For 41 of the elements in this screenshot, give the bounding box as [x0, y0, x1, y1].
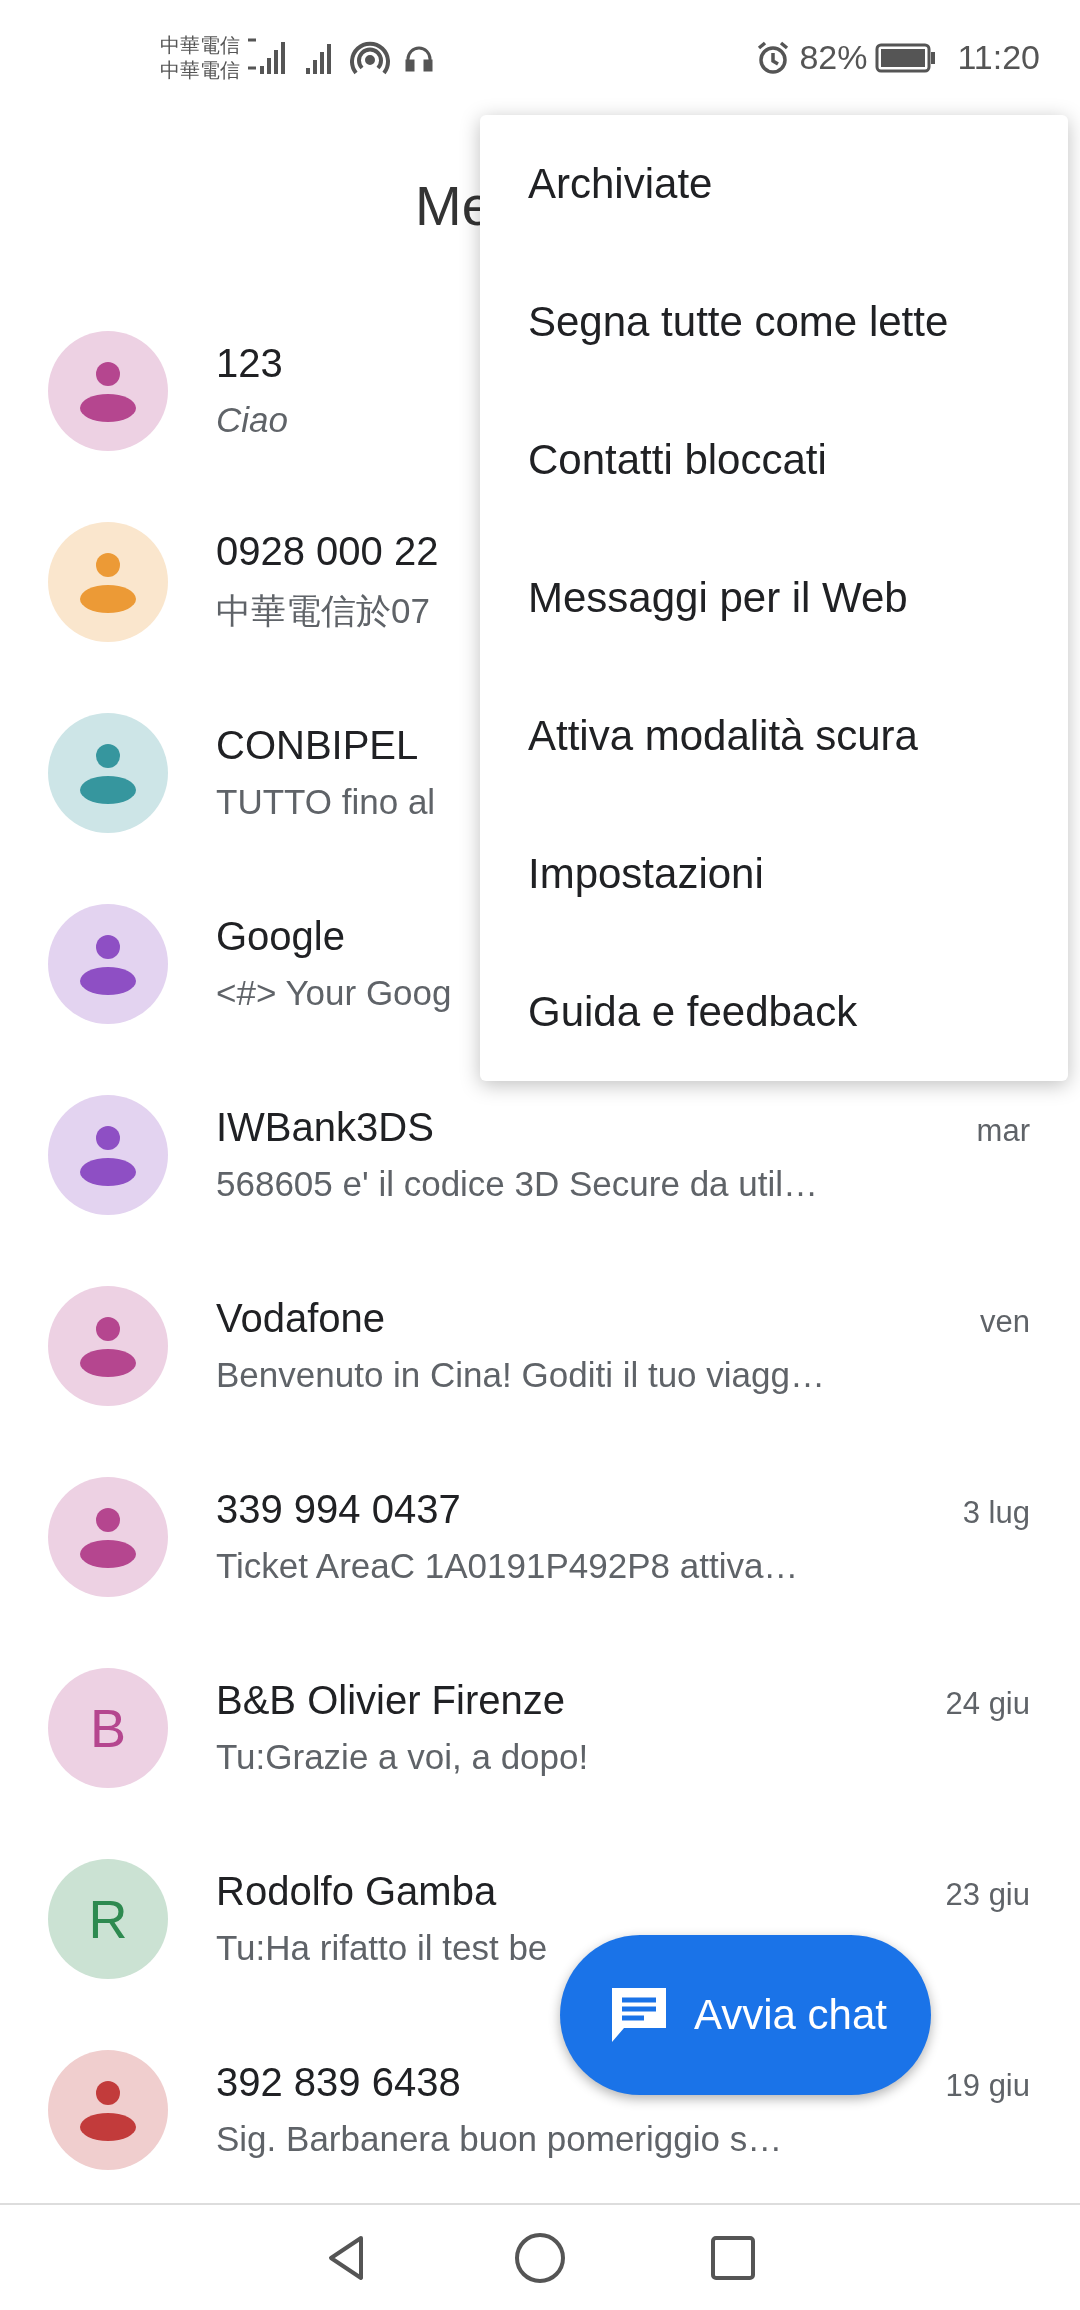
message-date: ven — [980, 1304, 1030, 1340]
message-snippet: Tu:Grazie a voi, a dopo! — [216, 1737, 589, 1777]
message-date: 3 lug — [962, 1495, 1030, 1531]
message-snippet: Sig. Barbanera buon pomeriggio s… — [216, 2119, 783, 2159]
message-snippet: Benvenuto in Cina! Goditi il tuo viagg… — [216, 1355, 825, 1395]
message-snippet: <#> Your Goog — [216, 973, 452, 1013]
contact-name: CONBIPEL — [216, 723, 419, 768]
message-date: 23 giu — [945, 1877, 1030, 1913]
message-snippet: TUTTO fino al — [216, 782, 436, 822]
menu-item[interactable]: Messaggi per il Web — [480, 529, 1068, 667]
message-snippet: Tu:Ha rifatto il test be — [216, 1928, 548, 1968]
menu-item[interactable]: Archiviate — [480, 115, 1068, 253]
contact-name: Vodafone — [216, 1296, 386, 1341]
message-snippet: 中華電信於07 — [216, 589, 430, 632]
clock-time: 11:20 — [957, 38, 1040, 77]
carrier-name: 中華電信 — [160, 57, 240, 83]
contact-name: Rodolfo Gamba — [216, 1869, 497, 1914]
contact-name: 339 994 0437 — [216, 1487, 461, 1532]
start-chat-button[interactable]: Avvia chat — [560, 1935, 931, 2095]
menu-item[interactable]: Contatti bloccati — [480, 391, 1068, 529]
avatar-letter: B — [90, 1696, 126, 1759]
message-date: 24 giu — [945, 1686, 1030, 1722]
message-snippet: 568605 e' il codice 3D Secure da util… — [216, 1164, 819, 1204]
battery-percent: 82% — [799, 38, 868, 77]
carrier-name: 中華電信 — [160, 32, 240, 58]
battery-icon — [875, 42, 938, 73]
menu-item[interactable]: Impostazioni — [480, 805, 1068, 943]
contact-name: B&B Olivier Firenze — [216, 1678, 565, 1723]
menu-item[interactable]: Segna tutte come lette — [480, 253, 1068, 391]
contact-name: Google — [216, 914, 345, 959]
contact-name: 392 839 6438 — [216, 2060, 461, 2105]
menu-item[interactable]: Attiva modalità scura — [480, 667, 1068, 805]
message-date: mar — [976, 1113, 1030, 1149]
message-date: 19 giu — [945, 2068, 1030, 2104]
contact-name: 0928 000 22 — [216, 528, 439, 574]
contact-name: IWBank3DS — [216, 1105, 434, 1150]
message-snippet: Ciao — [216, 400, 288, 440]
contact-name: 123 — [216, 341, 283, 386]
message-snippet: Ticket AreaC 1A0191P492P8 attiva… — [216, 1546, 799, 1586]
avatar-letter: R — [88, 1887, 128, 1950]
menu-item[interactable]: Guida e feedback — [480, 943, 1068, 1081]
